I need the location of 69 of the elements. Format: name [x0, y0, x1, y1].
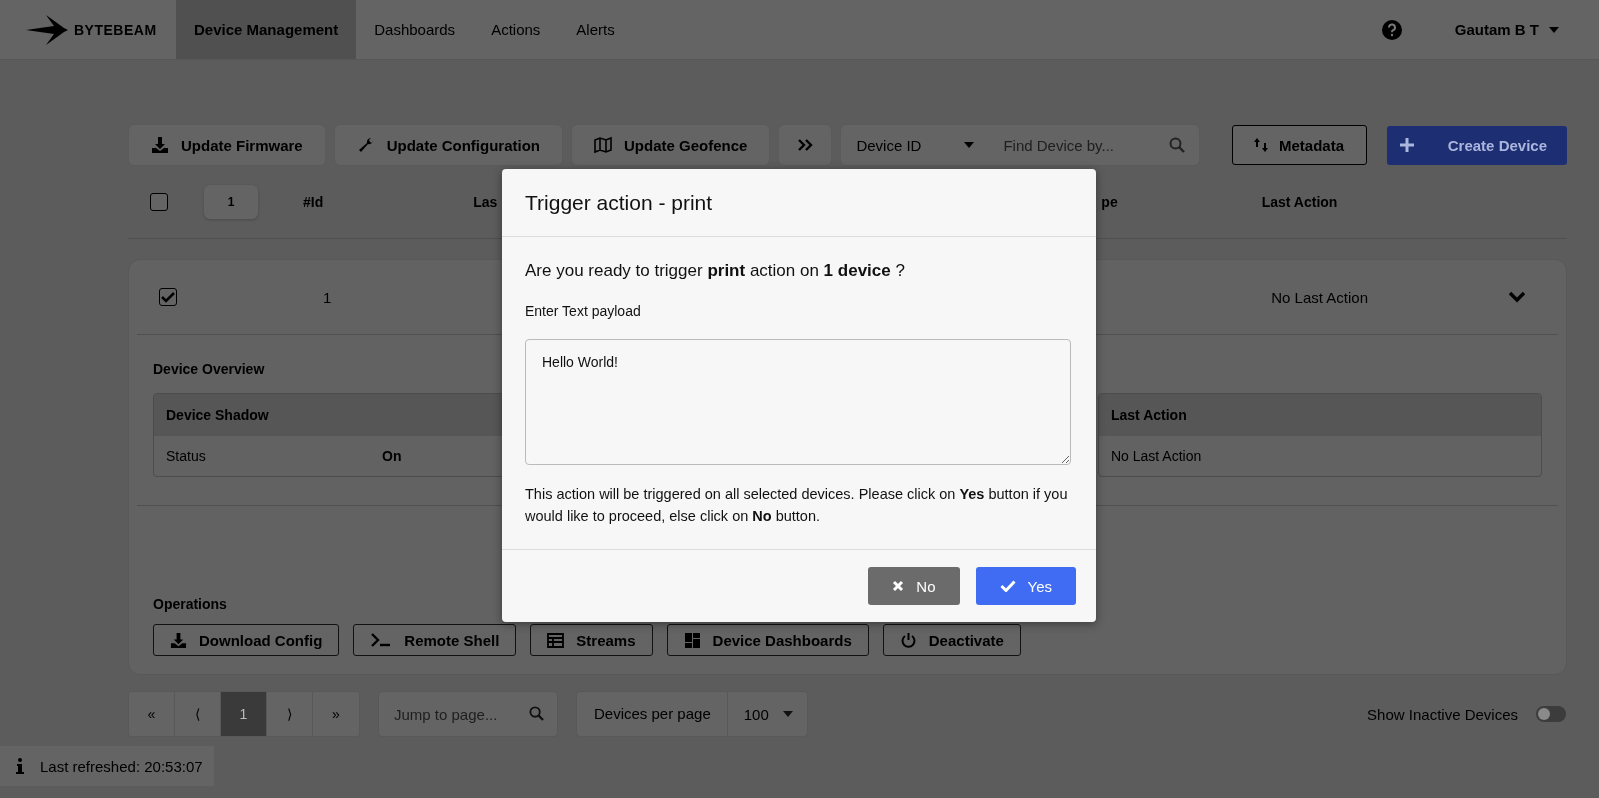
nav-tab[interactable]: Device Management [176, 0, 357, 59]
caret-icon [1549, 26, 1559, 33]
map-icon [594, 136, 613, 154]
yes-button[interactable]: Yes [975, 567, 1076, 605]
column-header: #Id [303, 194, 324, 210]
jump-to-page-field[interactable]: Jump to page... [378, 691, 558, 737]
per-page-label: Devices per page [577, 692, 728, 736]
search-icon [529, 706, 544, 721]
nav-tab[interactable]: Dashboards [356, 0, 474, 59]
page-button[interactable]: « [129, 692, 175, 736]
help-icon[interactable] [1380, 18, 1403, 41]
column-header: pe [1101, 194, 1118, 210]
expand-button[interactable] [778, 124, 833, 166]
toast-text: Last refreshed: 20:53:07 [40, 757, 203, 775]
table-cell-text: No Last Action [1111, 448, 1203, 464]
select-all-checkbox[interactable] [150, 193, 168, 211]
section-title: Device Overview [153, 361, 265, 377]
field-label: Enter Text payload [525, 303, 642, 319]
selected-count: 1 [204, 185, 258, 219]
table-header: Last Action [1099, 394, 1541, 436]
dialog-note: This action will be triggered on all selected devices. Please click on Yes button if you would like to proceed, else click on No button. [525, 485, 1069, 526]
metadata-button[interactable]: Metadata [1231, 125, 1367, 165]
power-icon [899, 631, 917, 649]
search-field[interactable]: Device ID Find Device by... [840, 124, 1200, 166]
caret-icon [964, 142, 975, 148]
toolbar-button[interactable]: Update Configuration [333, 124, 564, 166]
table-icon [547, 631, 565, 649]
create-device-button[interactable]: Create Device [1387, 125, 1567, 165]
nav-tab[interactable]: Alerts [558, 0, 633, 59]
logo-text: BYTEBEAM [74, 21, 157, 38]
filter-dropdown[interactable]: Device ID [841, 136, 989, 154]
per-page-dropdown[interactable]: 100 [727, 705, 807, 723]
dialog-title: Trigger action - print [502, 169, 1096, 237]
column-header: Last Action [1261, 194, 1338, 210]
caret-icon [782, 711, 793, 717]
payload-input-field[interactable]: Hello World! [525, 339, 1071, 465]
table-cell: On [382, 448, 402, 464]
toggle-label: Show Inactive Devices [1367, 705, 1518, 723]
page-button[interactable]: 1 [221, 692, 267, 736]
toolbar-button[interactable]: Update Geofence [571, 124, 771, 166]
dialog-question: Are you ready to trigger print action on 1 device ? [525, 261, 906, 281]
no-button[interactable]: No [868, 567, 960, 605]
sort-arrows-icon [1252, 137, 1269, 153]
row-checkbox[interactable] [159, 288, 177, 306]
user-menu[interactable]: Gautam B T [1454, 21, 1559, 38]
download-icon [170, 631, 187, 649]
toggle-switch[interactable] [1536, 706, 1566, 722]
close-icon [892, 580, 905, 592]
operation-button[interactable]: Streams [530, 624, 653, 656]
table-cell: 1 [323, 288, 332, 306]
plus-icon [1399, 137, 1415, 153]
check-icon [999, 580, 1016, 592]
double-chevron-icon [797, 138, 814, 152]
column-header: Las [473, 194, 498, 210]
operation-button[interactable]: Deactivate [882, 624, 1021, 656]
nav-tab[interactable]: Actions [473, 0, 559, 59]
chevron-icon[interactable] [1508, 291, 1526, 303]
info-icon [16, 758, 24, 774]
table-cell: No Last Action [1271, 288, 1368, 306]
dashboard-icon [683, 631, 701, 649]
search-icon [1168, 137, 1185, 153]
download-icon [151, 136, 169, 154]
operation-button[interactable]: Device Dashboards [666, 624, 869, 656]
operation-button[interactable]: Download Config [153, 624, 340, 656]
table-cell-text: Status [166, 448, 207, 464]
operation-button[interactable]: Remote Shell [353, 624, 517, 656]
terminal-icon [370, 632, 393, 648]
toolbar-button[interactable]: Update Firmware [128, 124, 326, 166]
section-title: Operations [153, 596, 227, 612]
